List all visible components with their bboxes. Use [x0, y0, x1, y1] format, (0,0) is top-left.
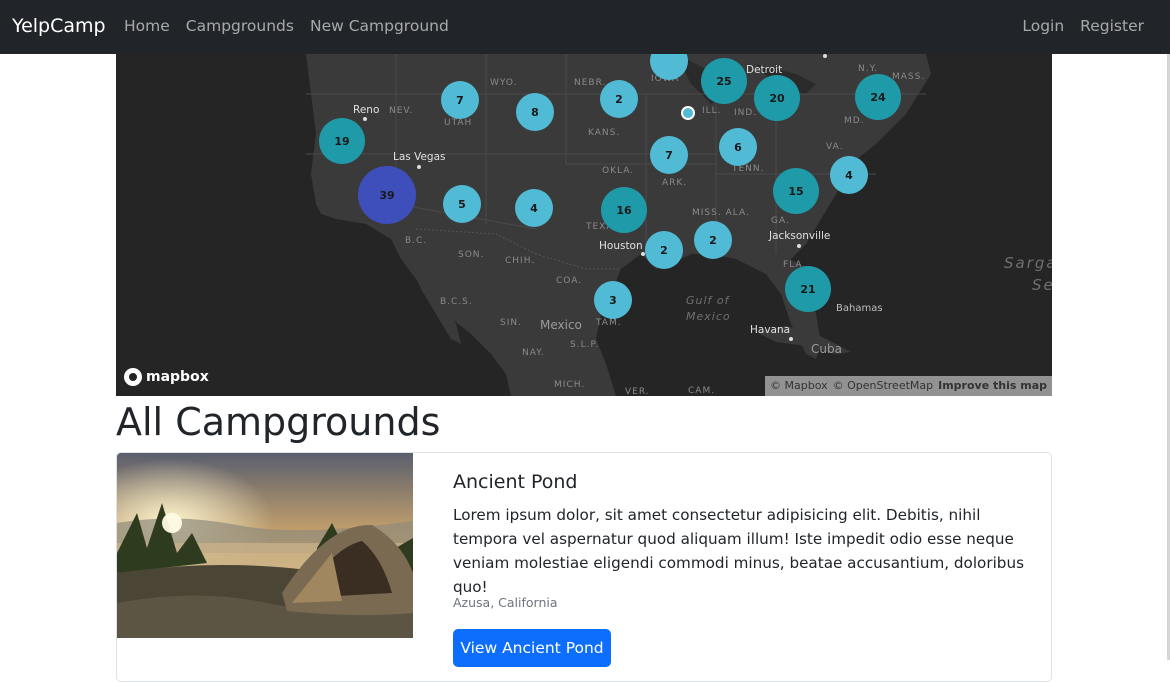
label-va: VA.: [826, 142, 844, 152]
map-cluster[interactable]: 6: [719, 128, 757, 166]
label-bahamas: Bahamas: [836, 303, 883, 314]
map-cluster[interactable]: 39: [358, 166, 416, 224]
label-slp: S.L.P.: [570, 340, 600, 350]
improve-map-link[interactable]: Improve this map: [938, 379, 1047, 393]
city-dot: [789, 337, 793, 341]
label-cam: CAM.: [688, 386, 716, 396]
label-chih: CHIH.: [505, 256, 536, 266]
label-sin: SIN.: [500, 318, 522, 328]
label-nebr: NEBR.: [574, 78, 607, 88]
map-cluster[interactable]: 4: [515, 189, 553, 227]
label-utah: UTAH: [444, 118, 473, 128]
label-gulf-2: Mexico: [686, 310, 731, 323]
label-ny: N.Y.: [858, 64, 879, 74]
map-cluster[interactable]: 7: [650, 136, 688, 174]
map-cluster[interactable]: 2: [645, 231, 683, 269]
map-cluster[interactable]: 15: [773, 168, 819, 214]
map-cluster[interactable]: 8: [516, 93, 554, 131]
view-campground-button[interactable]: View Ancient Pond: [453, 629, 611, 667]
label-son: SON.: [458, 250, 485, 260]
map-point-marker[interactable]: [681, 106, 695, 120]
label-ga: GA.: [771, 216, 790, 226]
brand-link[interactable]: YelpCamp: [12, 15, 106, 37]
label-nev: NEV.: [389, 106, 414, 116]
nav-new-campground-link[interactable]: New Campground: [310, 17, 449, 35]
label-nay: NAY.: [522, 348, 545, 358]
map-cluster[interactable]: 21: [785, 266, 831, 312]
label-wyo: WYO.: [490, 78, 518, 88]
page-title: All Campgrounds: [116, 400, 441, 444]
city-dot: [823, 54, 827, 58]
label-coa: COA.: [556, 276, 583, 286]
campground-description: Lorem ipsum dolor, sit amet consectetur …: [453, 506, 1024, 596]
label-mich: MICH.: [554, 380, 586, 390]
campground-location: Azusa, California: [453, 595, 558, 610]
map-cluster[interactable]: 24: [855, 74, 901, 120]
label-gulf-1: Gulf of: [686, 294, 730, 307]
attribution-mapbox-link[interactable]: © Mapbox: [770, 379, 828, 393]
label-kans: KANS.: [588, 128, 621, 138]
cluster-map[interactable]: WYO. NEBR. IOWA Detroit N.Y. MASS. Reno …: [116, 54, 1052, 396]
label-ill: ILL.: [702, 106, 722, 116]
campground-card: Ancient Pond Lorem ipsum dolor, sit amet…: [116, 452, 1052, 682]
label-jacksonville: Jacksonville: [769, 230, 831, 242]
label-md: MD.: [844, 116, 865, 126]
register-link[interactable]: Register: [1080, 17, 1144, 35]
label-miss: MISS. ALA.: [692, 208, 750, 218]
map-cluster[interactable]: 7: [441, 81, 479, 119]
auth-links: Login Register: [1022, 17, 1144, 35]
label-cuba: Cuba: [811, 342, 842, 356]
navbar: YelpCamp Home Campgrounds New Campground…: [0, 0, 1170, 54]
label-tam: TAM.: [596, 318, 622, 328]
label-ver: VER.: [625, 387, 650, 396]
city-dot: [417, 165, 421, 169]
label-bcs: B.C.S.: [440, 297, 473, 307]
nav-home-link[interactable]: Home: [124, 17, 170, 35]
mapbox-logo-text: mapbox: [146, 369, 209, 385]
label-mexico: Mexico: [540, 318, 582, 332]
label-sea: Se: [1032, 276, 1052, 294]
label-okla: OKLA.: [602, 166, 635, 176]
map-cluster[interactable]: 5: [443, 185, 481, 223]
city-dot: [363, 117, 367, 121]
city-dot: [797, 244, 801, 248]
map-attribution: © Mapbox © OpenStreetMap Improve this ma…: [765, 376, 1052, 396]
label-reno: Reno: [353, 104, 380, 116]
map-cluster[interactable]: 2: [600, 80, 638, 118]
nav-links: Home Campgrounds New Campground: [124, 17, 449, 35]
nav-campgrounds-link[interactable]: Campgrounds: [186, 17, 294, 35]
map-cluster[interactable]: 19: [319, 118, 365, 164]
map-cluster[interactable]: 20: [754, 75, 800, 121]
login-link[interactable]: Login: [1022, 17, 1064, 35]
map-cluster[interactable]: 25: [701, 58, 747, 104]
label-bc: B.C.: [405, 236, 428, 246]
label-ind: IND.: [734, 108, 758, 118]
map-cluster[interactable]: 3: [594, 281, 632, 319]
label-ark: ARK.: [662, 178, 688, 188]
label-havana: Havana: [750, 324, 791, 336]
map-cluster[interactable]: 4: [830, 156, 868, 194]
label-sargasso: Sarga: [1004, 254, 1052, 272]
campground-image: [117, 453, 413, 638]
mapbox-logo[interactable]: mapbox: [124, 368, 209, 386]
label-houston: Houston: [599, 240, 643, 252]
label-mass: MASS.: [892, 72, 926, 82]
attribution-osm-link[interactable]: © OpenStreetMap: [833, 379, 934, 393]
map-cluster[interactable]: 16: [601, 187, 647, 233]
mapbox-icon: [124, 368, 142, 386]
map-cluster[interactable]: 2: [694, 221, 732, 259]
campground-name: Ancient Pond: [453, 471, 578, 493]
label-las-vegas: Las Vegas: [393, 151, 446, 163]
